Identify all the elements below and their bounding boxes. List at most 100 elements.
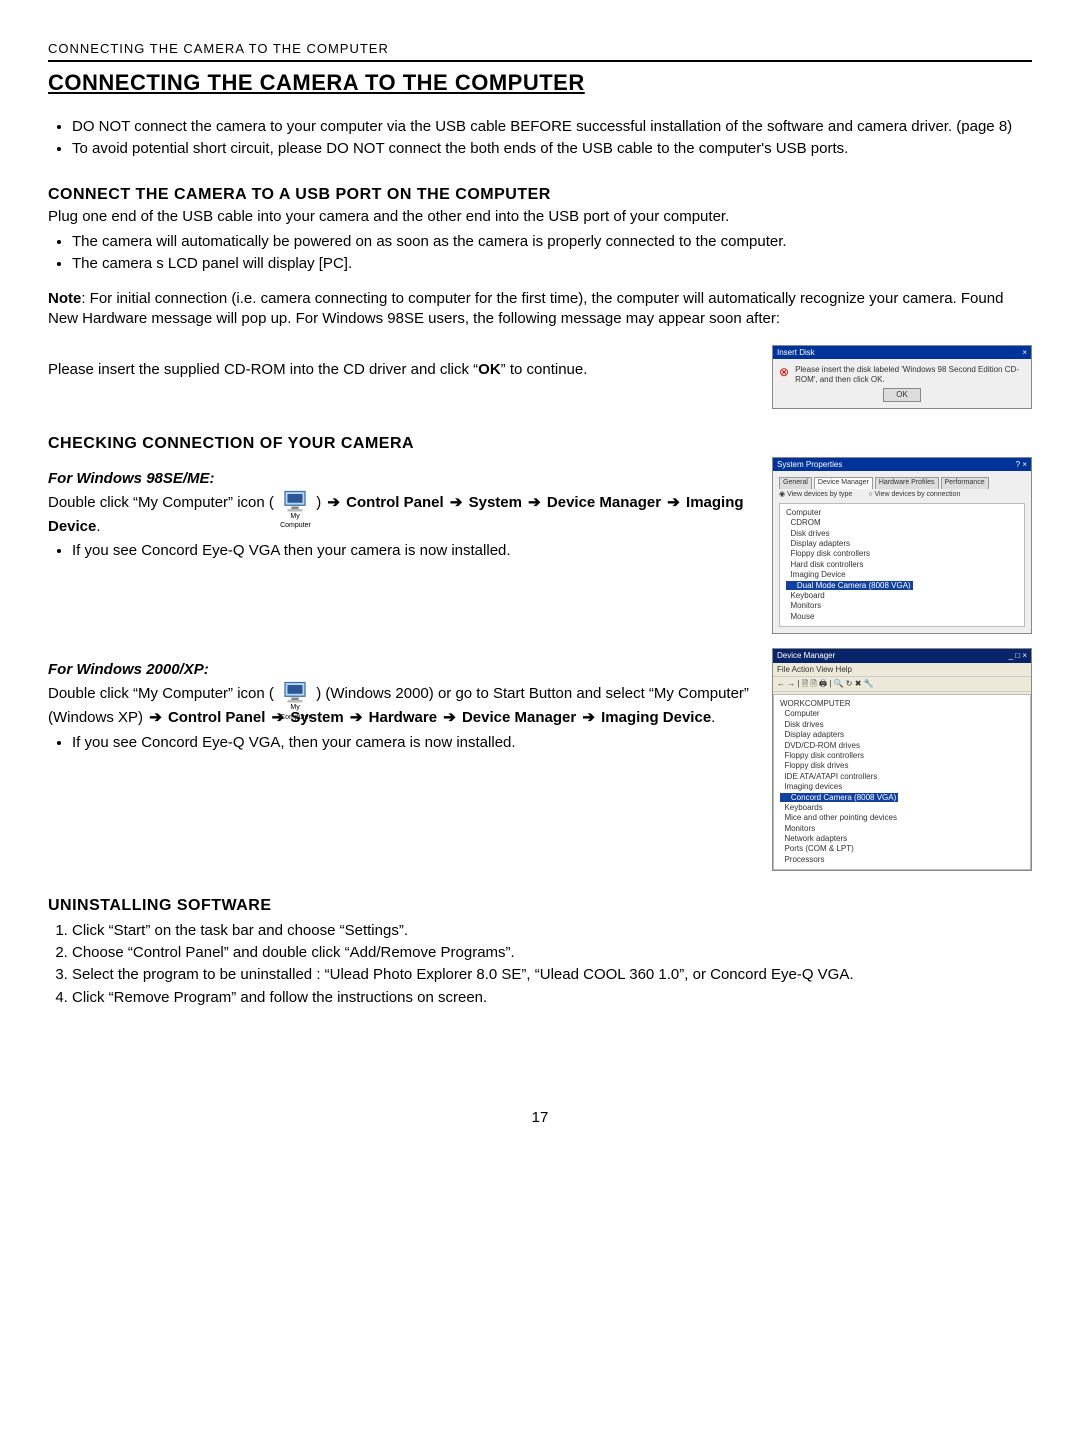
winxp-subhead: For Windows 2000/XP: xyxy=(48,660,754,680)
device-tree[interactable]: Computer CDROM Disk drives Display adapt… xyxy=(779,503,1025,627)
tree-item[interactable]: IDE ATA/ATAPI controllers xyxy=(780,772,1024,782)
intro-bullets: DO NOT connect the camera to your comput… xyxy=(52,117,1032,160)
text-span: Double click “My Computer” icon ( xyxy=(48,685,278,702)
tree-item-selected[interactable]: Concord Camera (8008 VGA) xyxy=(780,793,1024,803)
arrow-icon xyxy=(665,494,682,511)
tree-item[interactable]: Imaging Device xyxy=(786,570,1018,580)
list-item: The camera s LCD panel will display [PC]… xyxy=(72,254,1032,274)
tab-performance[interactable]: Performance xyxy=(941,477,989,488)
note-label: Note xyxy=(48,290,81,307)
winxp-result-bullets: If you see Concord Eye-Q VGA, then your … xyxy=(52,733,754,753)
tree-item[interactable]: Monitors xyxy=(786,601,1018,611)
text-span: Double click “My Computer” icon ( xyxy=(48,494,278,511)
system-properties-dialog: System Properties ? × General Device Man… xyxy=(772,457,1032,635)
list-item: DO NOT connect the camera to your comput… xyxy=(72,117,1032,137)
arrow-icon xyxy=(348,709,365,726)
list-item: If you see Concord Eye-Q VGA, then your … xyxy=(72,733,754,753)
list-item: To avoid potential short circuit, please… xyxy=(72,139,1032,159)
arrow-icon xyxy=(526,494,543,511)
ok-button[interactable]: OK xyxy=(883,388,921,402)
usb-bullets: The camera will automatically be powered… xyxy=(52,232,1032,275)
window-controls[interactable]: _ □ × xyxy=(1009,651,1027,661)
tree-item[interactable]: Floppy disk controllers xyxy=(786,549,1018,559)
win98-subhead: For Windows 98SE/ME: xyxy=(48,469,754,489)
dialog-title: Device Manager xyxy=(777,651,835,661)
icon-label: My Computer xyxy=(280,703,310,722)
win98-result-bullets: If you see Concord Eye-Q VGA then your c… xyxy=(52,541,754,561)
menu-bar[interactable]: File Action View Help xyxy=(773,663,1031,678)
list-item: Select the program to be uninstalled : “… xyxy=(72,965,1032,985)
path-segment: Device Manager xyxy=(462,709,576,726)
arrow-icon xyxy=(441,709,458,726)
dialog-title: System Properties xyxy=(777,460,842,470)
running-header: CONNECTING THE CAMERA TO THE COMPUTER xyxy=(48,40,1032,62)
tree-item[interactable]: Imaging devices xyxy=(780,782,1024,792)
arrow-icon xyxy=(325,494,342,511)
tree-item[interactable]: Hard disk controllers xyxy=(786,560,1018,570)
tree-item[interactable]: Floppy disk controllers xyxy=(780,751,1024,761)
toolbar-icons[interactable]: ← → | 🗎 🗎 🖨 | 🔍 ↻ ✖ 🔧 xyxy=(773,677,1031,692)
my-computer-icon: My Computer xyxy=(280,680,310,708)
tree-item[interactable]: WORKCOMPUTER xyxy=(780,699,1024,709)
section-heading-uninstall: UNINSTALLING SOFTWARE xyxy=(48,895,1032,917)
ok-bold: OK xyxy=(478,361,501,378)
arrow-icon xyxy=(580,709,597,726)
my-computer-icon: My Computer xyxy=(280,489,310,517)
dialog-title: Insert Disk xyxy=(777,348,815,358)
list-item: Click “Start” on the task bar and choose… xyxy=(72,921,1032,941)
tree-item[interactable]: Keyboards xyxy=(780,803,1024,813)
tree-item[interactable]: Disk drives xyxy=(780,720,1024,730)
radio-by-type[interactable]: ◉ View devices by type xyxy=(779,491,852,499)
error-icon: ⊗ xyxy=(779,365,789,379)
tree-item-selected[interactable]: Dual Mode Camera (8008 VGA) xyxy=(786,581,1018,591)
path-segment: Device Manager xyxy=(547,494,661,511)
tab-device-manager[interactable]: Device Manager xyxy=(814,477,873,488)
path-segment: Imaging Device xyxy=(601,709,711,726)
usb-lead: Plug one end of the USB cable into your … xyxy=(48,207,1032,227)
note-paragraph: Note: For initial connection (i.e. camer… xyxy=(48,289,1032,330)
tree-item[interactable]: Computer xyxy=(786,508,1018,518)
text-span: ” to continue. xyxy=(501,361,588,378)
path-segment: Control Panel xyxy=(168,709,266,726)
tree-item[interactable]: DVD/CD-ROM drives xyxy=(780,741,1024,751)
tree-item[interactable]: Display adapters xyxy=(780,730,1024,740)
device-tree[interactable]: WORKCOMPUTER Computer Disk drives Displa… xyxy=(773,694,1031,870)
tree-item[interactable]: Mice and other pointing devices xyxy=(780,813,1024,823)
device-manager-dialog: Device Manager _ □ × File Action View He… xyxy=(772,648,1032,871)
tree-item[interactable]: Mouse xyxy=(786,612,1018,622)
tree-item[interactable]: Display adapters xyxy=(786,539,1018,549)
page-title: CONNECTING THE CAMERA TO THE COMPUTER xyxy=(48,68,1032,98)
section-heading-check: CHECKING CONNECTION OF YOUR CAMERA xyxy=(48,433,1032,455)
arrow-icon xyxy=(448,494,465,511)
insert-disk-dialog: Insert Disk × ⊗ Please insert the disk l… xyxy=(772,345,1032,409)
list-item: The camera will automatically be powered… xyxy=(72,232,1032,252)
dialog-body: Please insert the disk labeled 'Windows … xyxy=(795,365,1025,384)
note-text: : For initial connection (i.e. camera co… xyxy=(48,290,1003,327)
icon-label: My Computer xyxy=(280,512,310,531)
tree-item[interactable]: Ports (COM & LPT) xyxy=(780,844,1024,854)
list-item: Click “Remove Program” and follow the in… xyxy=(72,988,1032,1008)
radio-by-connection[interactable]: ○ View devices by connection xyxy=(868,491,960,499)
tree-item[interactable]: CDROM xyxy=(786,518,1018,528)
tree-item[interactable]: Keyboard xyxy=(786,591,1018,601)
window-controls[interactable]: ? × xyxy=(1016,460,1027,470)
tab-general[interactable]: General xyxy=(779,477,812,488)
tree-item[interactable]: Processors xyxy=(780,855,1024,865)
list-item: Choose “Control Panel” and double click … xyxy=(72,943,1032,963)
tabs[interactable]: General Device Manager Hardware Profiles… xyxy=(779,477,1025,488)
tree-item[interactable]: Network adapters xyxy=(780,834,1024,844)
win98-line: Double click “My Computer” icon ( My Com… xyxy=(48,489,754,537)
page-number: 17 xyxy=(48,1108,1032,1128)
path-segment: System xyxy=(469,494,522,511)
text-span: Please insert the supplied CD-ROM into t… xyxy=(48,361,478,378)
tab-hardware-profiles[interactable]: Hardware Profiles xyxy=(875,477,939,488)
list-item: If you see Concord Eye-Q VGA then your c… xyxy=(72,541,754,561)
tree-item[interactable]: Computer xyxy=(780,709,1024,719)
section-heading-usb: CONNECT THE CAMERA TO A USB PORT ON THE … xyxy=(48,184,1032,206)
close-icon[interactable]: × xyxy=(1022,348,1027,358)
tree-item[interactable]: Floppy disk drives xyxy=(780,761,1024,771)
tree-item[interactable]: Monitors xyxy=(780,824,1024,834)
winxp-line: Double click “My Computer” icon ( My Com… xyxy=(48,680,754,728)
path-segment: Hardware xyxy=(369,709,437,726)
tree-item[interactable]: Disk drives xyxy=(786,529,1018,539)
